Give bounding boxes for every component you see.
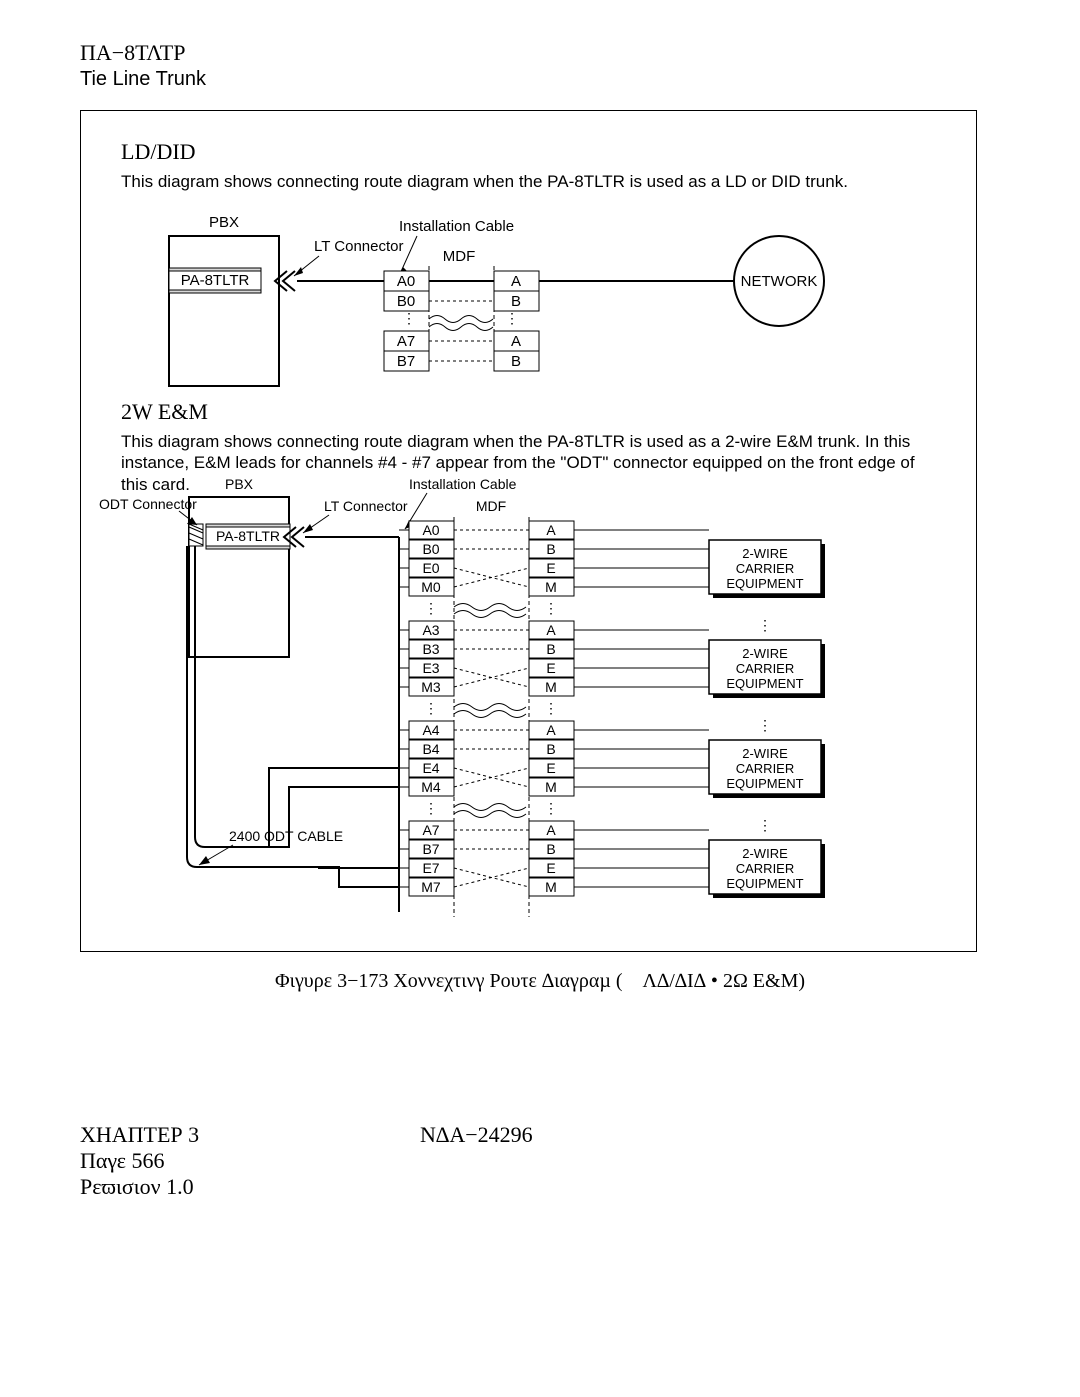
svg-text:B4: B4 xyxy=(422,741,439,757)
svg-text:EQUIPMENT: EQUIPMENT xyxy=(726,576,803,591)
footer-page: Παγε 566 xyxy=(80,1148,199,1174)
label-inst2: Installation Cable xyxy=(409,476,517,492)
svg-text:⋮: ⋮ xyxy=(544,700,558,716)
svg-text:A: A xyxy=(546,522,556,538)
label-odt-cable: 2400 ODT CABLE xyxy=(229,828,343,844)
svg-text:B0: B0 xyxy=(397,293,415,310)
svg-text:M0: M0 xyxy=(421,579,441,595)
label-network: NETWORK xyxy=(741,273,818,290)
header-title: Tie Line Trunk xyxy=(80,68,206,91)
svg-text:A7: A7 xyxy=(422,822,439,838)
svg-text:B: B xyxy=(546,841,555,857)
svg-text:A0: A0 xyxy=(397,273,415,290)
label-mdf1: MDF xyxy=(443,248,476,265)
svg-text:B: B xyxy=(546,741,555,757)
page: ΠΑ−8ΤΛΤΡ Tie Line Trunk LD/DID This diag… xyxy=(0,0,1080,1397)
section2-title: 2W E&M xyxy=(121,399,941,425)
svg-text:E: E xyxy=(546,760,555,776)
svg-text:E7: E7 xyxy=(422,860,439,876)
vdots-icon: ⋮ xyxy=(505,310,519,326)
svg-text:B: B xyxy=(511,293,521,310)
svg-text:A: A xyxy=(546,622,556,638)
svg-text:E: E xyxy=(546,560,555,576)
label-card1: PA-8TLTR xyxy=(181,272,250,289)
svg-text:⋮: ⋮ xyxy=(544,800,558,816)
svg-text:M3: M3 xyxy=(421,679,441,695)
label-pbx2: PBX xyxy=(225,476,254,492)
svg-text:A3: A3 xyxy=(422,622,439,638)
svg-text:A4: A4 xyxy=(422,722,439,738)
svg-text:⋮: ⋮ xyxy=(758,717,772,733)
label-pbx: PBX xyxy=(209,214,239,231)
section1-desc: This diagram shows connecting route diag… xyxy=(121,171,941,192)
svg-text:M4: M4 xyxy=(421,779,441,795)
vdots-icon: ⋮ xyxy=(402,310,416,326)
svg-text:A7: A7 xyxy=(397,333,415,350)
section1-title: LD/DID xyxy=(121,139,941,165)
svg-text:⋮: ⋮ xyxy=(544,600,558,616)
svg-text:M: M xyxy=(545,579,557,595)
svg-text:B0: B0 xyxy=(422,541,439,557)
svg-text:E4: E4 xyxy=(422,760,439,776)
svg-text:CARRIER: CARRIER xyxy=(736,561,795,576)
svg-text:E: E xyxy=(546,660,555,676)
svg-text:B: B xyxy=(546,641,555,657)
svg-text:M7: M7 xyxy=(421,879,441,895)
diagram-frame: LD/DID This diagram shows connecting rou… xyxy=(80,110,977,952)
svg-text:⋮: ⋮ xyxy=(758,817,772,833)
svg-text:A: A xyxy=(511,333,521,350)
diagram-ld-did: PBX PA-8TLTR LT Connector Installation C… xyxy=(99,201,959,391)
figure-caption: Φιγυρε 3−173 Χοννεχτινγ Ρουτε ∆ιαγραµ ( … xyxy=(0,970,1080,993)
label-lt2: LT Connector xyxy=(324,498,408,514)
svg-text:B: B xyxy=(511,353,521,370)
svg-text:CARRIER: CARRIER xyxy=(736,861,795,876)
footer-docnum: Ν∆Α−24296 xyxy=(420,1122,533,1148)
svg-text:E0: E0 xyxy=(422,560,439,576)
svg-text:2-WIRE: 2-WIRE xyxy=(742,546,788,561)
svg-text:B: B xyxy=(546,541,555,557)
svg-text:A: A xyxy=(546,822,556,838)
svg-text:2-WIRE: 2-WIRE xyxy=(742,846,788,861)
label-lt1: LT Connector xyxy=(314,238,404,255)
svg-text:2-WIRE: 2-WIRE xyxy=(742,646,788,661)
svg-text:⋮: ⋮ xyxy=(424,600,438,616)
svg-text:A: A xyxy=(511,273,521,290)
svg-text:CARRIER: CARRIER xyxy=(736,661,795,676)
label-card2: PA-8TLTR xyxy=(216,528,280,544)
header-code: ΠΑ−8ΤΛΤΡ xyxy=(80,40,206,66)
svg-text:EQUIPMENT: EQUIPMENT xyxy=(726,676,803,691)
svg-text:EQUIPMENT: EQUIPMENT xyxy=(726,776,803,791)
svg-text:B7: B7 xyxy=(422,841,439,857)
svg-text:A: A xyxy=(546,722,556,738)
diagram-2w-em: PBX PA-8TLTR ODT Connector LT Connector … xyxy=(89,467,969,947)
svg-text:B7: B7 xyxy=(397,353,415,370)
svg-text:⋮: ⋮ xyxy=(424,700,438,716)
label-odt: ODT Connector xyxy=(99,496,197,512)
svg-text:M: M xyxy=(545,779,557,795)
label-mdf2: MDF xyxy=(476,498,506,514)
svg-text:EQUIPMENT: EQUIPMENT xyxy=(726,876,803,891)
footer-rev: Ρεϖισιον 1.0 xyxy=(80,1174,199,1200)
footer-chapter: ΧΗΑΠΤΕΡ 3 xyxy=(80,1122,199,1148)
page-footer: ΧΗΑΠΤΕΡ 3 Παγε 566 Ρεϖισιον 1.0 Ν∆Α−2429… xyxy=(80,1122,199,1200)
svg-text:A0: A0 xyxy=(422,522,439,538)
label-inst1: Installation Cable xyxy=(399,218,514,235)
section-ld-did: LD/DID This diagram shows connecting rou… xyxy=(121,139,941,192)
svg-text:E3: E3 xyxy=(422,660,439,676)
page-header: ΠΑ−8ΤΛΤΡ Tie Line Trunk xyxy=(80,40,206,91)
svg-text:2-WIRE: 2-WIRE xyxy=(742,746,788,761)
svg-text:M: M xyxy=(545,679,557,695)
svg-text:E: E xyxy=(546,860,555,876)
svg-text:⋮: ⋮ xyxy=(424,800,438,816)
svg-text:CARRIER: CARRIER xyxy=(736,761,795,776)
svg-text:B3: B3 xyxy=(422,641,439,657)
svg-text:M: M xyxy=(545,879,557,895)
svg-text:⋮: ⋮ xyxy=(758,617,772,633)
